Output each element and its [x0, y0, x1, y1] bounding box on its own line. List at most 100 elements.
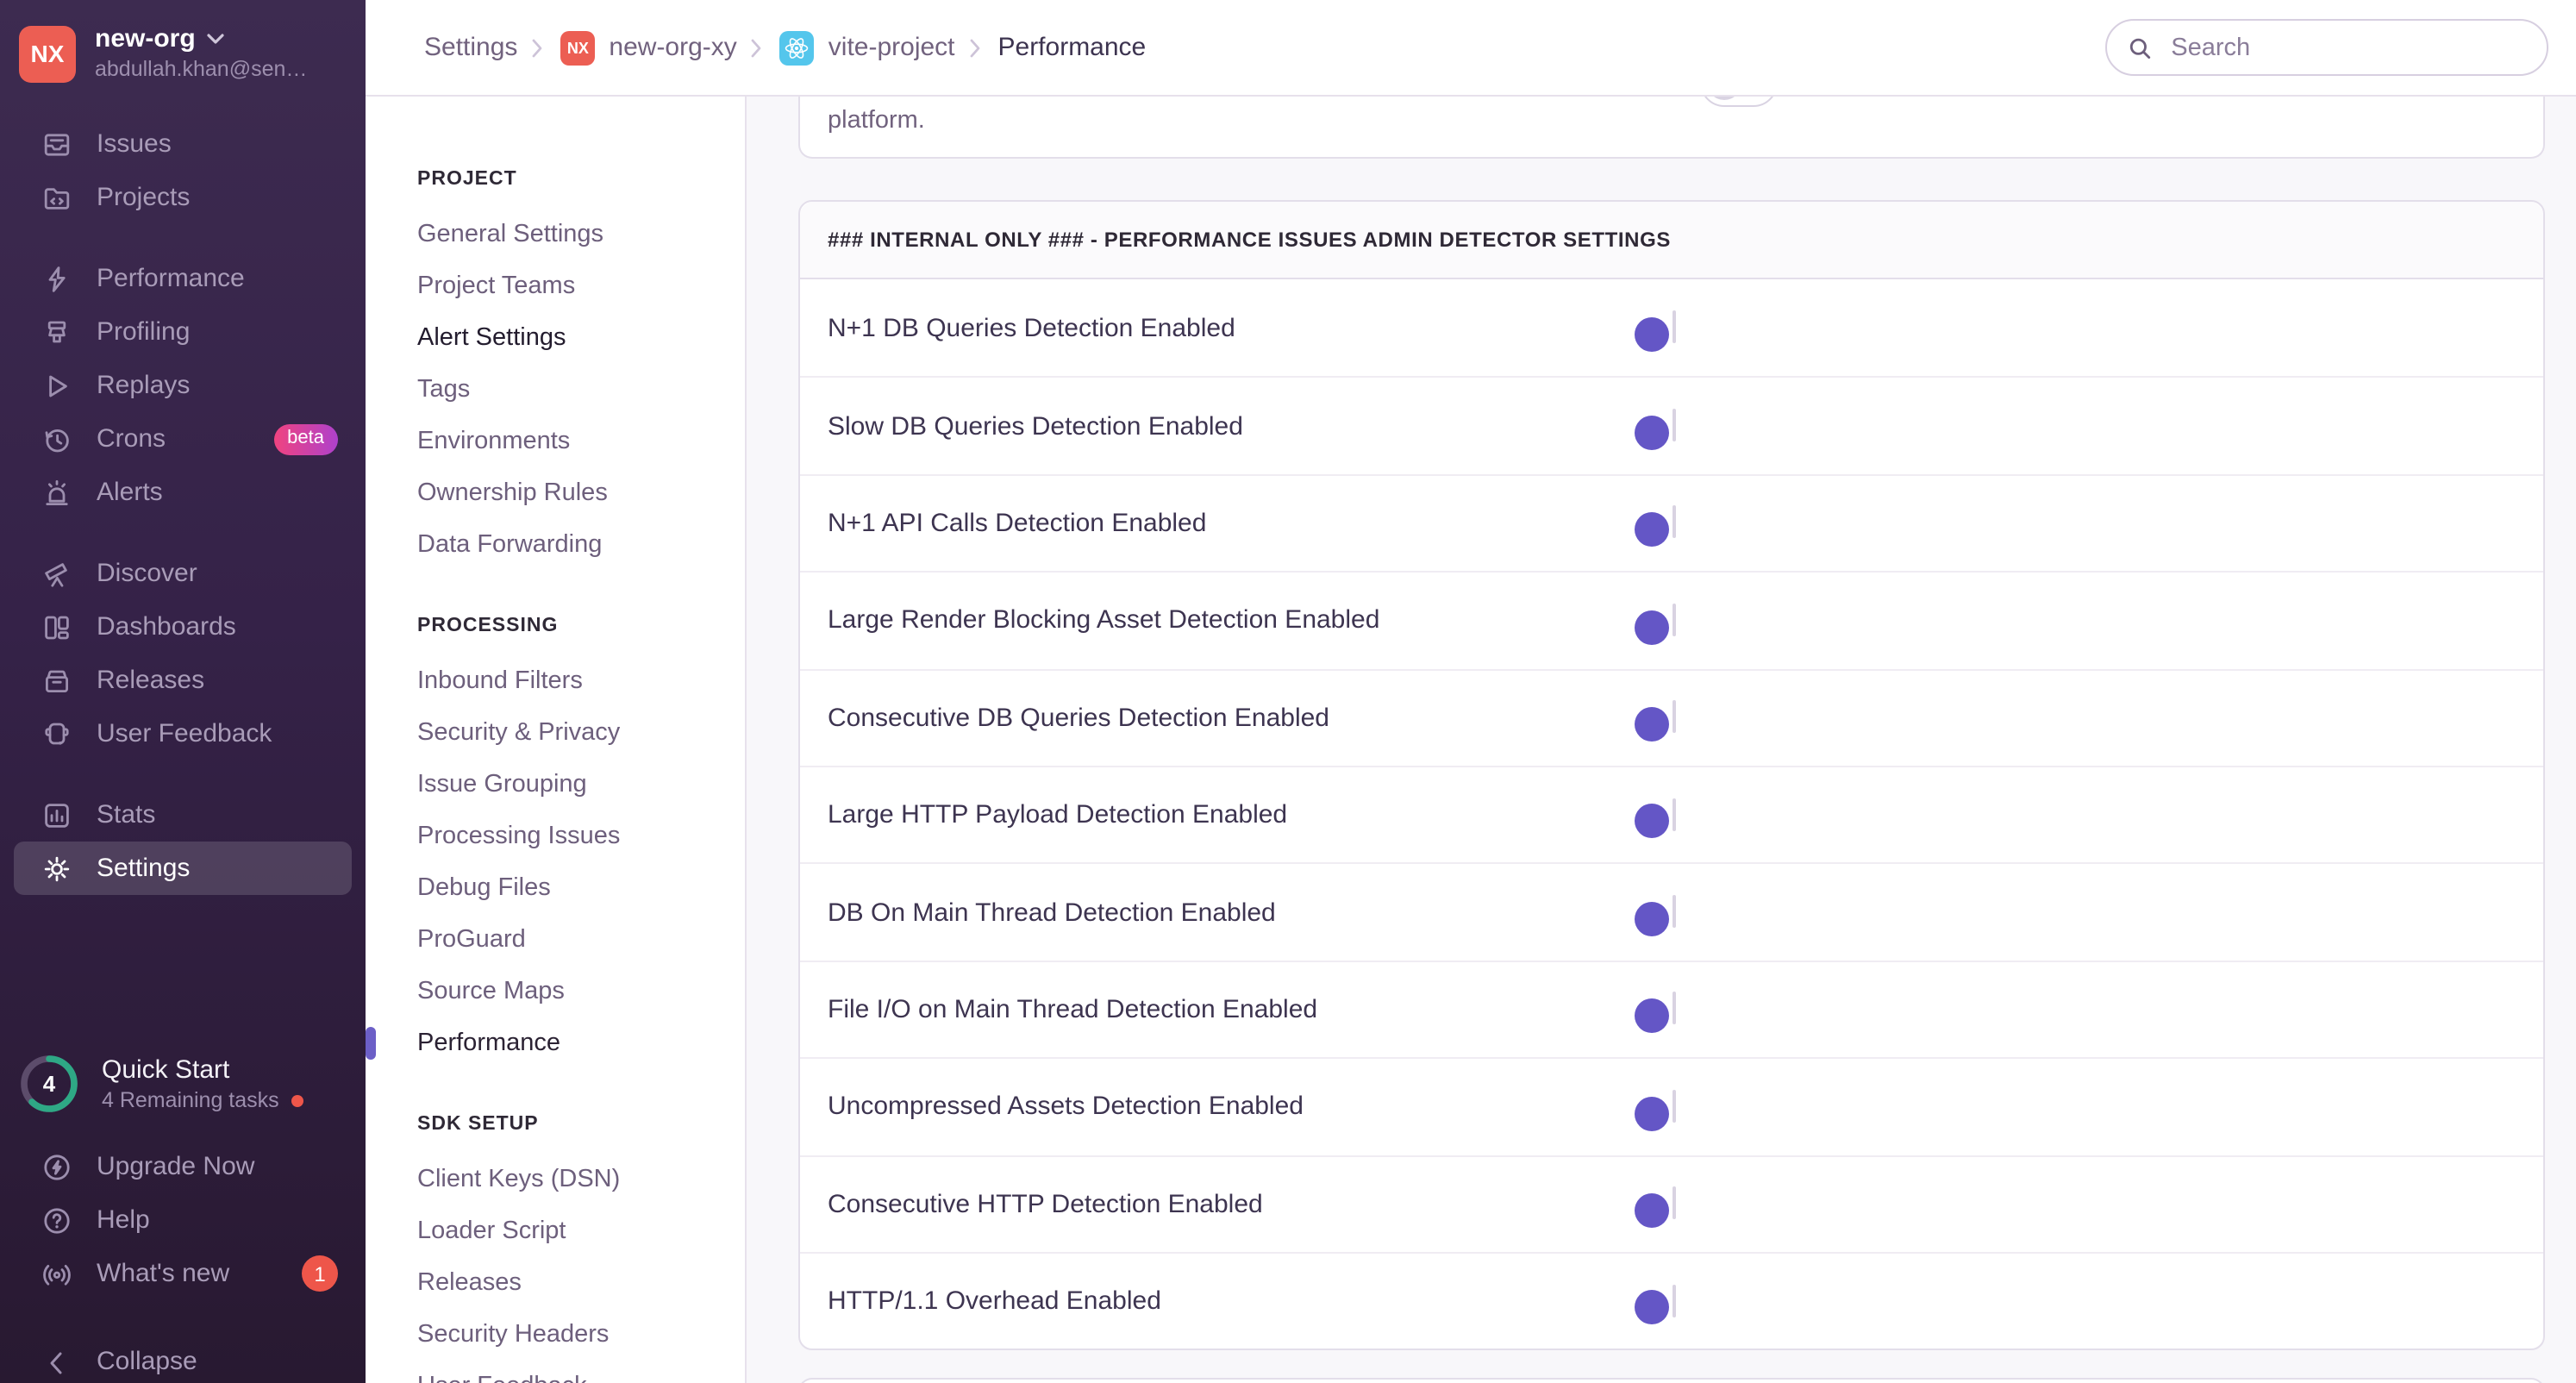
- previous-panel-trailing-text: platform.: [828, 107, 925, 135]
- toggle-switch[interactable]: [1634, 895, 1675, 936]
- sidebar-item-label: Dashboards: [97, 612, 236, 641]
- settings-nav-item-label: User Feedback: [417, 1373, 587, 1383]
- setting-row-consecutive-http: Consecutive HTTP Detection Enabled: [800, 1155, 2543, 1252]
- settings-nav-item-general-settings[interactable]: General Settings: [417, 209, 745, 260]
- sidebar-item-crons[interactable]: Crons beta: [14, 412, 352, 466]
- settings-nav-item-proguard[interactable]: ProGuard: [417, 914, 745, 966]
- sidebar-item-label: Crons: [97, 424, 166, 454]
- sidebar-footer-item-whats-new[interactable]: What's new 1: [14, 1247, 352, 1300]
- settings-nav-item-loader-script[interactable]: Loader Script: [417, 1205, 745, 1257]
- sidebar-item-label: Replays: [97, 371, 191, 400]
- breadcrumb-item-performance: Performance: [998, 33, 1147, 62]
- setting-row-slow-db-queries: Slow DB Queries Detection Enabled: [800, 376, 2543, 474]
- settings-nav-item-performance[interactable]: Performance: [417, 1017, 745, 1069]
- toggle-switch[interactable]: [1634, 310, 1675, 352]
- toggle-switch[interactable]: [1634, 700, 1675, 742]
- discover-icon: [41, 558, 72, 589]
- breadcrumb-item-settings[interactable]: Settings: [424, 33, 543, 62]
- toggle-switch[interactable]: [1634, 1186, 1675, 1228]
- sidebar-footer-item-help[interactable]: Help: [14, 1193, 352, 1247]
- settings-nav-item-user-feedback[interactable]: User Feedback: [417, 1361, 745, 1383]
- settings-nav-item-security-privacy[interactable]: Security & Privacy: [417, 707, 745, 759]
- sidebar-item-label: Settings: [97, 854, 191, 883]
- chevron-down-icon: [208, 34, 225, 44]
- org-sidebar: NX new-org abdullah.khan@sen… Issues Pro…: [0, 0, 366, 1383]
- toggle-switch[interactable]: [1634, 798, 1675, 839]
- notification-badge: 1: [302, 1255, 338, 1292]
- settings-nav-item-debug-files[interactable]: Debug Files: [417, 862, 745, 914]
- breadcrumb-label: Performance: [997, 33, 1147, 62]
- settings-nav-item-source-maps[interactable]: Source Maps: [417, 966, 745, 1017]
- settings-nav-item-issue-grouping[interactable]: Issue Grouping: [417, 759, 745, 810]
- sidebar-item-performance[interactable]: Performance: [14, 252, 352, 305]
- toggle-switch[interactable]: [1634, 505, 1675, 548]
- settings-nav-item-label: Source Maps: [417, 978, 565, 1005]
- sidebar-item-label: Issues: [97, 129, 172, 159]
- breadcrumb-item-vite-project[interactable]: vite-project: [779, 30, 981, 65]
- clipped-toggle[interactable]: [1700, 97, 1778, 107]
- crons-icon: [41, 423, 72, 454]
- settings-nav-item-processing-issues[interactable]: Processing Issues: [417, 810, 745, 862]
- setting-row-large-http-payload: Large HTTP Payload Detection Enabled: [800, 765, 2543, 863]
- settings-nav-item-label: Security Headers: [417, 1321, 610, 1349]
- search-input[interactable]: [2167, 32, 2526, 63]
- sidebar-item-collapse[interactable]: Collapse: [14, 1335, 352, 1383]
- alert-dot: [291, 1094, 303, 1106]
- settings-nav-item-inbound-filters[interactable]: Inbound Filters: [417, 655, 745, 707]
- sidebar-item-projects[interactable]: Projects: [14, 171, 352, 224]
- quick-start-progress-ring: 4: [17, 1052, 81, 1116]
- settings-nav-item-data-forwarding[interactable]: Data Forwarding: [417, 519, 745, 571]
- settings-nav-item-environments[interactable]: Environments: [417, 416, 745, 467]
- sidebar-item-releases[interactable]: Releases: [14, 654, 352, 707]
- toggle-switch[interactable]: [1634, 603, 1675, 645]
- setting-label: File I/O on Main Thread Detection Enable…: [828, 994, 1318, 1024]
- toggle-switch[interactable]: [1634, 1284, 1675, 1325]
- settings-nav-item-alert-settings[interactable]: Alert Settings: [417, 312, 745, 364]
- quick-start-panel[interactable]: 4 Quick Start 4 Remaining tasks: [0, 1048, 366, 1140]
- previous-panel-clipped: platform.: [798, 97, 2545, 159]
- settings-nav-item-client-keys-dsn[interactable]: Client Keys (DSN): [417, 1154, 745, 1205]
- sidebar-item-issues[interactable]: Issues: [14, 117, 352, 171]
- sentry-app: NX new-org abdullah.khan@sen… Issues Pro…: [0, 0, 2576, 1383]
- sidebar-item-stats[interactable]: Stats: [14, 788, 352, 842]
- breadcrumb-item-new-org-xy[interactable]: NX new-org-xy: [560, 30, 762, 65]
- setting-label: Consecutive DB Queries Detection Enabled: [828, 703, 1329, 733]
- dashboards-icon: [41, 611, 72, 642]
- sidebar-item-user-feedback[interactable]: User Feedback: [14, 707, 352, 760]
- settings-nav-item-label: Releases: [417, 1269, 522, 1297]
- settings-nav-item-label: ProGuard: [417, 926, 526, 954]
- settings-nav-item-security-headers[interactable]: Security Headers: [417, 1309, 745, 1361]
- toggle-switch[interactable]: [1634, 1089, 1675, 1131]
- search-box[interactable]: [2105, 19, 2548, 76]
- setting-row-db-on-main-thread: DB On Main Thread Detection Enabled: [800, 862, 2543, 961]
- settings-nav-item-label: Environments: [417, 428, 571, 455]
- settings-nav-item-project-teams[interactable]: Project Teams: [417, 260, 745, 312]
- sidebar-footer-item-upgrade-now[interactable]: Upgrade Now: [14, 1140, 352, 1193]
- user-feedback-icon: [41, 718, 72, 749]
- sidebar-item-label: What's new: [97, 1259, 230, 1288]
- sidebar-item-replays[interactable]: Replays: [14, 359, 352, 412]
- settings-nav-item-tags[interactable]: Tags: [417, 364, 745, 416]
- sidebar-item-settings[interactable]: Settings: [14, 842, 352, 895]
- sidebar-item-discover[interactable]: Discover: [14, 547, 352, 600]
- breadcrumb-chip-react: [779, 30, 815, 65]
- sidebar-item-alerts[interactable]: Alerts: [14, 466, 352, 519]
- org-switcher[interactable]: NX new-org abdullah.khan@sen…: [0, 0, 366, 102]
- toggle-switch[interactable]: [1634, 409, 1675, 450]
- settings-nav-item-label: Issue Grouping: [417, 771, 587, 798]
- releases-icon: [41, 665, 72, 696]
- setting-label: N+1 API Calls Detection Enabled: [828, 508, 1207, 538]
- next-panel-stub: [798, 1378, 2545, 1383]
- help-icon: [41, 1205, 72, 1236]
- settings-nav-item-label: Debug Files: [417, 874, 551, 902]
- toggle-switch[interactable]: [1634, 992, 1675, 1034]
- settings-nav-item-ownership-rules[interactable]: Ownership Rules: [417, 467, 745, 519]
- setting-row-consecutive-db-queries: Consecutive DB Queries Detection Enabled: [800, 668, 2543, 766]
- org-avatar: NX: [19, 25, 76, 82]
- sidebar-item-profiling[interactable]: Profiling: [14, 305, 352, 359]
- sidebar-item-dashboards[interactable]: Dashboards: [14, 600, 352, 654]
- detector-rows: N+1 DB Queries Detection Enabled Slow DB…: [800, 279, 2543, 1349]
- org-meta: new-org abdullah.khan@sen…: [95, 22, 307, 84]
- settings-nav-item-releases[interactable]: Releases: [417, 1257, 745, 1309]
- sidebar-item-label: Collapse: [97, 1347, 197, 1376]
